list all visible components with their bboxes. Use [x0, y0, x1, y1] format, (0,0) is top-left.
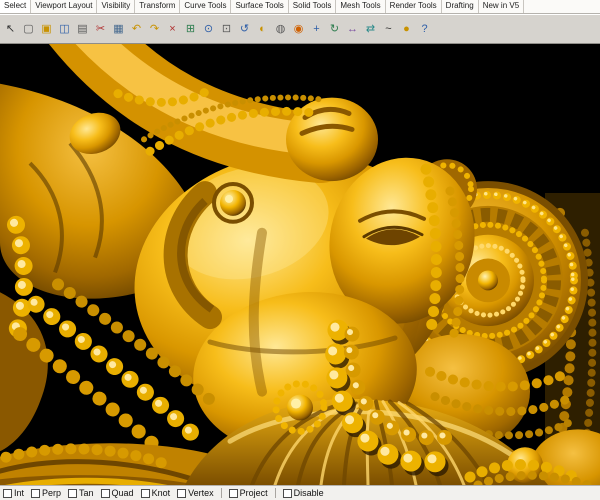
delete-icon[interactable]: ×	[164, 18, 181, 40]
main-toolbar: ↖ ▢ ▣ ◫ ▤ ✂ ▦ ↶ ↷ × ⊞ ⊙ ⊡ ↺ ◐ ◍ ◉ + ↻ ↔ ⇄ ~ ●?	[0, 14, 600, 44]
redo-icon[interactable]: ↷	[146, 18, 163, 40]
print-icon[interactable]: ▤	[74, 18, 91, 40]
osnap-knot-checkbox[interactable]: Knot	[140, 488, 171, 498]
tab-select[interactable]: Select	[0, 0, 32, 13]
osnap-label: Int	[14, 488, 25, 498]
cut-icon[interactable]: ✂	[92, 18, 109, 40]
wireframe-view-icon[interactable]: ◍	[272, 18, 289, 40]
osnap-label: Project	[239, 488, 268, 498]
checkbox-icon	[140, 488, 150, 498]
separator	[220, 488, 222, 498]
osnap-status-bar: Int Perp Tan Quad Knot Vertex Project Disable	[0, 485, 600, 500]
tab-render-tools[interactable]: Render Tools	[386, 0, 442, 13]
osnap-label: Disable	[293, 488, 324, 498]
tab-visibility[interactable]: Visibility	[97, 0, 136, 13]
osnap-tan-checkbox[interactable]: Tan	[68, 488, 94, 498]
osnap-project-checkbox[interactable]: Project	[228, 488, 268, 498]
osnap-quad-checkbox[interactable]: Quad	[100, 488, 134, 498]
checkbox-icon	[68, 488, 78, 498]
new-file-icon[interactable]: ▢	[20, 18, 37, 40]
zoom-icon[interactable]: ⊙	[200, 18, 217, 40]
checkbox-icon	[177, 488, 187, 498]
osnap-vertex-checkbox[interactable]: Vertex	[177, 488, 214, 498]
tab-mesh-tools[interactable]: Mesh Tools	[336, 0, 386, 13]
help-icon[interactable]: ?	[416, 18, 433, 40]
osnap-disable-checkbox[interactable]: Disable	[282, 488, 324, 498]
statue-render	[0, 44, 600, 485]
tab-surface-tools[interactable]: Surface Tools	[231, 0, 289, 13]
separator	[274, 488, 276, 498]
tab-transform[interactable]: Transform	[135, 0, 181, 13]
osnap-label: Tan	[79, 488, 94, 498]
checkbox-icon	[3, 488, 12, 498]
undo-icon[interactable]: ↶	[128, 18, 145, 40]
osnap-int-checkbox[interactable]: Int	[3, 488, 24, 498]
rotate-view-icon[interactable]: ↺	[236, 18, 253, 40]
zoom-extents-icon[interactable]: ⊡	[218, 18, 235, 40]
sphere-icon[interactable]: ●	[398, 18, 415, 40]
viewport-3d[interactable]	[0, 44, 600, 485]
osnap-label: Knot	[151, 488, 171, 498]
shaded-view-icon[interactable]: ◐	[254, 18, 271, 40]
tab-solid-tools[interactable]: Solid Tools	[289, 0, 337, 13]
osnap-label: Vertex	[188, 488, 214, 498]
checkbox-icon	[31, 488, 41, 498]
mirror-icon[interactable]: ⇄	[362, 18, 379, 40]
select-arrow-icon[interactable]: ↖	[2, 18, 19, 40]
curve-icon[interactable]: ~	[380, 18, 397, 40]
copy-icon[interactable]: ▦	[110, 18, 127, 40]
tab-viewport-layout[interactable]: Viewport Layout	[31, 0, 98, 13]
osnap-perp-checkbox[interactable]: Perp	[31, 488, 61, 498]
render-icon[interactable]: ◉	[290, 18, 307, 40]
scale-icon[interactable]: ↔	[344, 18, 361, 40]
osnap-label: Quad	[111, 488, 134, 498]
osnap-label: Perp	[42, 488, 62, 498]
tab-curve-tools[interactable]: Curve Tools	[180, 0, 232, 13]
toolbar-tab-strip: Select Viewport Layout Visibility Transform…	[0, 0, 600, 14]
open-folder-icon[interactable]: ▣	[38, 18, 55, 40]
app-window: Select Viewport Layout Visibility Transform…	[0, 0, 600, 500]
pan-view-icon[interactable]: ⊞	[182, 18, 199, 40]
tab-drafting[interactable]: Drafting	[442, 0, 479, 13]
checkbox-icon	[100, 488, 110, 498]
move-icon[interactable]: +	[308, 18, 325, 40]
checkbox-icon	[228, 488, 238, 498]
tab-new-in-v5[interactable]: New in V5	[479, 0, 525, 13]
rotate-icon[interactable]: ↻	[326, 18, 343, 40]
checkbox-icon	[282, 488, 292, 498]
save-icon[interactable]: ◫	[56, 18, 73, 40]
